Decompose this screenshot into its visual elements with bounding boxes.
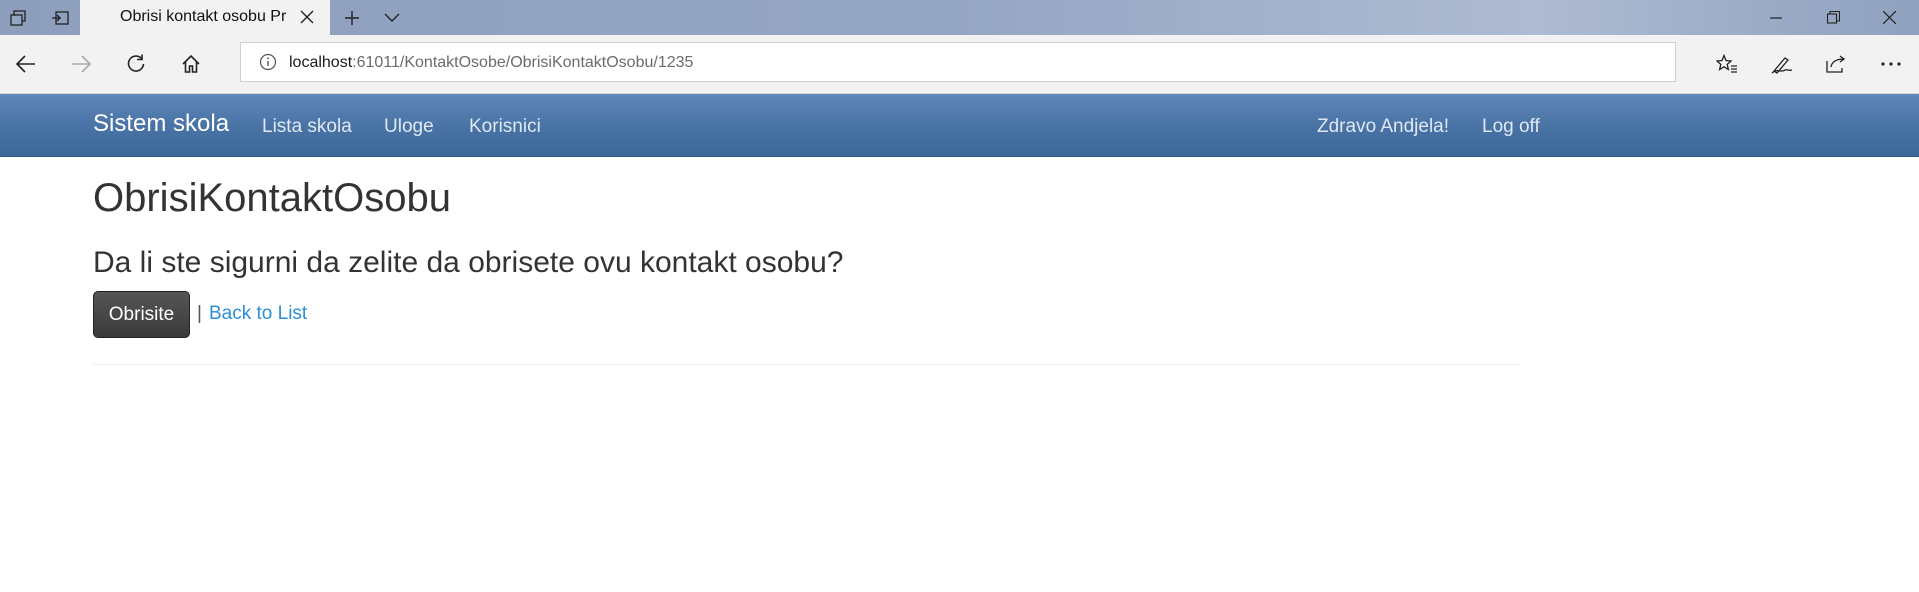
minimize-icon[interactable]: [1749, 0, 1803, 35]
close-window-icon[interactable]: [1862, 0, 1916, 35]
active-tab[interactable]: Obrisi kontakt osobu Pr: [80, 0, 330, 35]
delete-button[interactable]: Obrisite: [93, 291, 190, 338]
url-text[interactable]: localhost:61011/KontaktOsobe/ObrisiKonta…: [289, 54, 693, 72]
back-icon[interactable]: [8, 46, 44, 82]
browser-toolbar: localhost:61011/KontaktOsobe/ObrisiKonta…: [0, 35, 1919, 94]
refresh-icon[interactable]: [118, 46, 154, 82]
set-aside-tabs-icon[interactable]: [42, 0, 78, 35]
logoff-link[interactable]: Log off: [1482, 116, 1540, 138]
back-to-list-link[interactable]: Back to List: [209, 303, 307, 325]
url-path: :61011/KontaktOsobe/ObrisiKontaktOsobu/1…: [352, 54, 694, 71]
confirm-question: Da li ste sigurni da zelite da obrisete …: [93, 246, 844, 279]
home-icon[interactable]: [173, 46, 209, 82]
url-host: localhost: [289, 54, 353, 71]
favorites-icon[interactable]: [1709, 46, 1745, 82]
close-icon[interactable]: [292, 2, 322, 32]
brand-link[interactable]: Sistem skola: [93, 110, 229, 138]
nav-lista-skola[interactable]: Lista skola: [262, 116, 352, 138]
browser-tab-strip: Obrisi kontakt osobu Pr: [0, 0, 1919, 35]
nav-uloge[interactable]: Uloge: [384, 116, 434, 138]
tab-title: Obrisi kontakt osobu Pr: [120, 8, 287, 25]
share-icon[interactable]: [1818, 46, 1854, 82]
divider: [93, 364, 1521, 365]
pen-icon[interactable]: [1764, 46, 1800, 82]
forward-icon: [63, 46, 99, 82]
chevron-down-icon[interactable]: [374, 0, 410, 35]
new-tab-icon[interactable]: [334, 0, 370, 35]
nav-korisnici[interactable]: Korisnici: [469, 116, 541, 138]
info-icon[interactable]: [259, 53, 277, 71]
restore-icon[interactable]: [1806, 0, 1860, 35]
tab-actions-icon[interactable]: [0, 0, 36, 35]
address-bar[interactable]: localhost:61011/KontaktOsobe/ObrisiKonta…: [240, 42, 1676, 82]
user-greeting-link[interactable]: Zdravo Andjela!: [1317, 116, 1449, 138]
site-navbar: Sistem skola Lista skola Uloge Korisnici…: [0, 94, 1919, 157]
separator: |: [197, 303, 202, 324]
more-icon[interactable]: [1873, 46, 1909, 82]
page-title: ObrisiKontaktOsobu: [93, 176, 451, 220]
